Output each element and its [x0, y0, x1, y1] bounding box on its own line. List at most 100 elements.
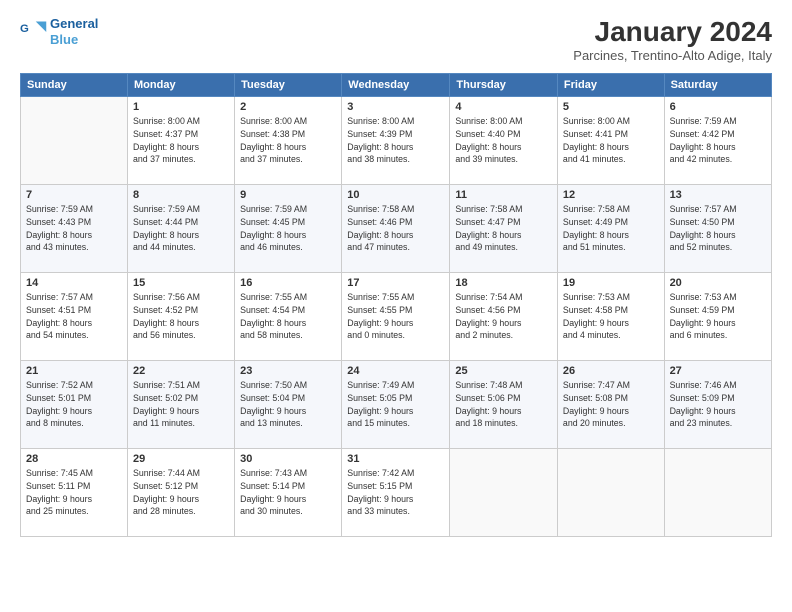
- day-info: Sunrise: 7:54 AMSunset: 4:56 PMDaylight:…: [455, 291, 552, 342]
- day-info: Sunrise: 7:45 AMSunset: 5:11 PMDaylight:…: [26, 467, 122, 518]
- day-info: Sunrise: 7:42 AMSunset: 5:15 PMDaylight:…: [347, 467, 444, 518]
- calendar-cell: 30 Sunrise: 7:43 AMSunset: 5:14 PMDayligh…: [235, 449, 342, 537]
- logo-line1: General: [50, 16, 98, 32]
- day-info: Sunrise: 7:59 AMSunset: 4:43 PMDaylight:…: [26, 203, 122, 254]
- day-info: Sunrise: 7:58 AMSunset: 4:47 PMDaylight:…: [455, 203, 552, 254]
- day-info: Sunrise: 7:49 AMSunset: 5:05 PMDaylight:…: [347, 379, 444, 430]
- calendar-cell: [664, 449, 771, 537]
- day-info: Sunrise: 7:55 AMSunset: 4:55 PMDaylight:…: [347, 291, 444, 342]
- day-number: 14: [26, 277, 122, 289]
- logo: G General Blue: [20, 16, 98, 47]
- calendar-cell: 24Sunrise: 7:49 AMSunset: 5:05 PMDayligh…: [342, 361, 450, 449]
- calendar-cell: 13Sunrise: 7:57 AMSunset: 4:50 PMDayligh…: [664, 185, 771, 273]
- day-number: 15: [133, 277, 229, 289]
- day-header-wednesday: Wednesday: [342, 74, 450, 97]
- day-info: Sunrise: 7:48 AMSunset: 5:06 PMDaylight:…: [455, 379, 552, 430]
- calendar-cell: 22Sunrise: 7:51 AMSunset: 5:02 PMDayligh…: [128, 361, 235, 449]
- day-info: Sunrise: 7:50 AMSunset: 5:04 PMDaylight:…: [240, 379, 336, 430]
- calendar-cell: 11 Sunrise: 7:58 AMSunset: 4:47 PMDayligh…: [450, 185, 558, 273]
- day-info: Sunrise: 8:00 AMSunset: 4:37 PMDaylight:…: [133, 115, 229, 166]
- day-number: 5: [563, 101, 659, 113]
- day-info: Sunrise: 7:56 AMSunset: 4:52 PMDaylight:…: [133, 291, 229, 342]
- day-info: Sunrise: 7:47 AMSunset: 5:08 PMDaylight:…: [563, 379, 659, 430]
- day-number: 22: [133, 365, 229, 377]
- day-number: 7: [26, 189, 122, 201]
- calendar-cell: 20 Sunrise: 7:53 AMSunset: 4:59 PMDayligh…: [664, 273, 771, 361]
- day-number: 12: [563, 189, 659, 201]
- calendar-cell: 3 Sunrise: 8:00 AMSunset: 4:39 PMDaylight…: [342, 97, 450, 185]
- calendar-cell: 12 Sunrise: 7:58 AMSunset: 4:49 PMDayligh…: [557, 185, 664, 273]
- day-info: Sunrise: 7:58 AMSunset: 4:49 PMDaylight:…: [563, 203, 659, 254]
- calendar-cell: 17 Sunrise: 7:55 AMSunset: 4:55 PMDayligh…: [342, 273, 450, 361]
- day-info: Sunrise: 7:55 AMSunset: 4:54 PMDaylight:…: [240, 291, 336, 342]
- calendar-cell: 9 Sunrise: 7:59 AMSunset: 4:45 PMDaylight…: [235, 185, 342, 273]
- day-number: 11: [455, 189, 552, 201]
- calendar-cell: 6 Sunrise: 7:59 AMSunset: 4:42 PMDaylight…: [664, 97, 771, 185]
- calendar-cell: 8Sunrise: 7:59 AMSunset: 4:44 PMDaylight…: [128, 185, 235, 273]
- day-header-thursday: Thursday: [450, 74, 558, 97]
- day-number: 25: [455, 365, 552, 377]
- day-number: 2: [240, 101, 336, 113]
- day-number: 20: [670, 277, 766, 289]
- day-header-sunday: Sunday: [21, 74, 128, 97]
- calendar-cell: 21Sunrise: 7:52 AMSunset: 5:01 PMDayligh…: [21, 361, 128, 449]
- calendar-cell: 1Sunrise: 8:00 AMSunset: 4:37 PMDaylight…: [128, 97, 235, 185]
- calendar-page: G General Blue January 2024 Parcines, Tr…: [0, 0, 792, 612]
- calendar-header-row: SundayMondayTuesdayWednesdayThursdayFrid…: [21, 74, 772, 97]
- day-number: 6: [670, 101, 766, 113]
- calendar-cell: 23 Sunrise: 7:50 AMSunset: 5:04 PMDayligh…: [235, 361, 342, 449]
- day-header-friday: Friday: [557, 74, 664, 97]
- title-block: January 2024 Parcines, Trentino-Alto Adi…: [573, 16, 772, 63]
- calendar-cell: 19Sunrise: 7:53 AMSunset: 4:58 PMDayligh…: [557, 273, 664, 361]
- day-number: 23: [240, 365, 336, 377]
- calendar-cell: 29 Sunrise: 7:44 AMSunset: 5:12 PMDayligh…: [128, 449, 235, 537]
- day-info: Sunrise: 7:58 AMSunset: 4:46 PMDaylight:…: [347, 203, 444, 254]
- day-info: Sunrise: 7:44 AMSunset: 5:12 PMDaylight:…: [133, 467, 229, 518]
- week-row-3: 14Sunrise: 7:57 AMSunset: 4:51 PMDayligh…: [21, 273, 772, 361]
- day-info: Sunrise: 7:57 AMSunset: 4:50 PMDaylight:…: [670, 203, 766, 254]
- day-header-monday: Monday: [128, 74, 235, 97]
- calendar-cell: 2 Sunrise: 8:00 AMSunset: 4:38 PMDaylight…: [235, 97, 342, 185]
- day-info: Sunrise: 8:00 AMSunset: 4:41 PMDaylight:…: [563, 115, 659, 166]
- week-row-4: 21Sunrise: 7:52 AMSunset: 5:01 PMDayligh…: [21, 361, 772, 449]
- week-row-1: 1Sunrise: 8:00 AMSunset: 4:37 PMDaylight…: [21, 97, 772, 185]
- day-info: Sunrise: 8:00 AMSunset: 4:40 PMDaylight:…: [455, 115, 552, 166]
- calendar-cell: 26 Sunrise: 7:47 AMSunset: 5:08 PMDayligh…: [557, 361, 664, 449]
- day-number: 26: [563, 365, 659, 377]
- day-info: Sunrise: 7:43 AMSunset: 5:14 PMDaylight:…: [240, 467, 336, 518]
- day-header-saturday: Saturday: [664, 74, 771, 97]
- calendar-cell: [450, 449, 558, 537]
- calendar-cell: 4 Sunrise: 8:00 AMSunset: 4:40 PMDaylight…: [450, 97, 558, 185]
- day-info: Sunrise: 7:59 AMSunset: 4:45 PMDaylight:…: [240, 203, 336, 254]
- day-number: 28: [26, 453, 122, 465]
- day-info: Sunrise: 7:46 AMSunset: 5:09 PMDaylight:…: [670, 379, 766, 430]
- calendar-cell: 16 Sunrise: 7:55 AMSunset: 4:54 PMDayligh…: [235, 273, 342, 361]
- day-info: Sunrise: 7:59 AMSunset: 4:44 PMDaylight:…: [133, 203, 229, 254]
- day-info: Sunrise: 7:53 AMSunset: 4:59 PMDaylight:…: [670, 291, 766, 342]
- calendar-cell: [557, 449, 664, 537]
- day-number: 3: [347, 101, 444, 113]
- calendar-cell: 25 Sunrise: 7:48 AMSunset: 5:06 PMDayligh…: [450, 361, 558, 449]
- calendar-cell: 31 Sunrise: 7:42 AMSunset: 5:15 PMDayligh…: [342, 449, 450, 537]
- day-number: 30: [240, 453, 336, 465]
- day-number: 31: [347, 453, 444, 465]
- day-number: 17: [347, 277, 444, 289]
- calendar-cell: 28 Sunrise: 7:45 AMSunset: 5:11 PMDayligh…: [21, 449, 128, 537]
- day-number: 4: [455, 101, 552, 113]
- day-number: 16: [240, 277, 336, 289]
- month-title: January 2024: [573, 16, 772, 48]
- day-number: 29: [133, 453, 229, 465]
- day-number: 9: [240, 189, 336, 201]
- subtitle: Parcines, Trentino-Alto Adige, Italy: [573, 48, 772, 63]
- calendar-cell: 7 Sunrise: 7:59 AMSunset: 4:43 PMDaylight…: [21, 185, 128, 273]
- day-info: Sunrise: 8:00 AMSunset: 4:39 PMDaylight:…: [347, 115, 444, 166]
- calendar-cell: 14Sunrise: 7:57 AMSunset: 4:51 PMDayligh…: [21, 273, 128, 361]
- day-info: Sunrise: 7:59 AMSunset: 4:42 PMDaylight:…: [670, 115, 766, 166]
- week-row-2: 7 Sunrise: 7:59 AMSunset: 4:43 PMDaylight…: [21, 185, 772, 273]
- calendar-table: SundayMondayTuesdayWednesdayThursdayFrid…: [20, 73, 772, 537]
- day-info: Sunrise: 8:00 AMSunset: 4:38 PMDaylight:…: [240, 115, 336, 166]
- week-row-5: 28 Sunrise: 7:45 AMSunset: 5:11 PMDayligh…: [21, 449, 772, 537]
- day-header-tuesday: Tuesday: [235, 74, 342, 97]
- calendar-cell: [21, 97, 128, 185]
- calendar-cell: 5 Sunrise: 8:00 AMSunset: 4:41 PMDaylight…: [557, 97, 664, 185]
